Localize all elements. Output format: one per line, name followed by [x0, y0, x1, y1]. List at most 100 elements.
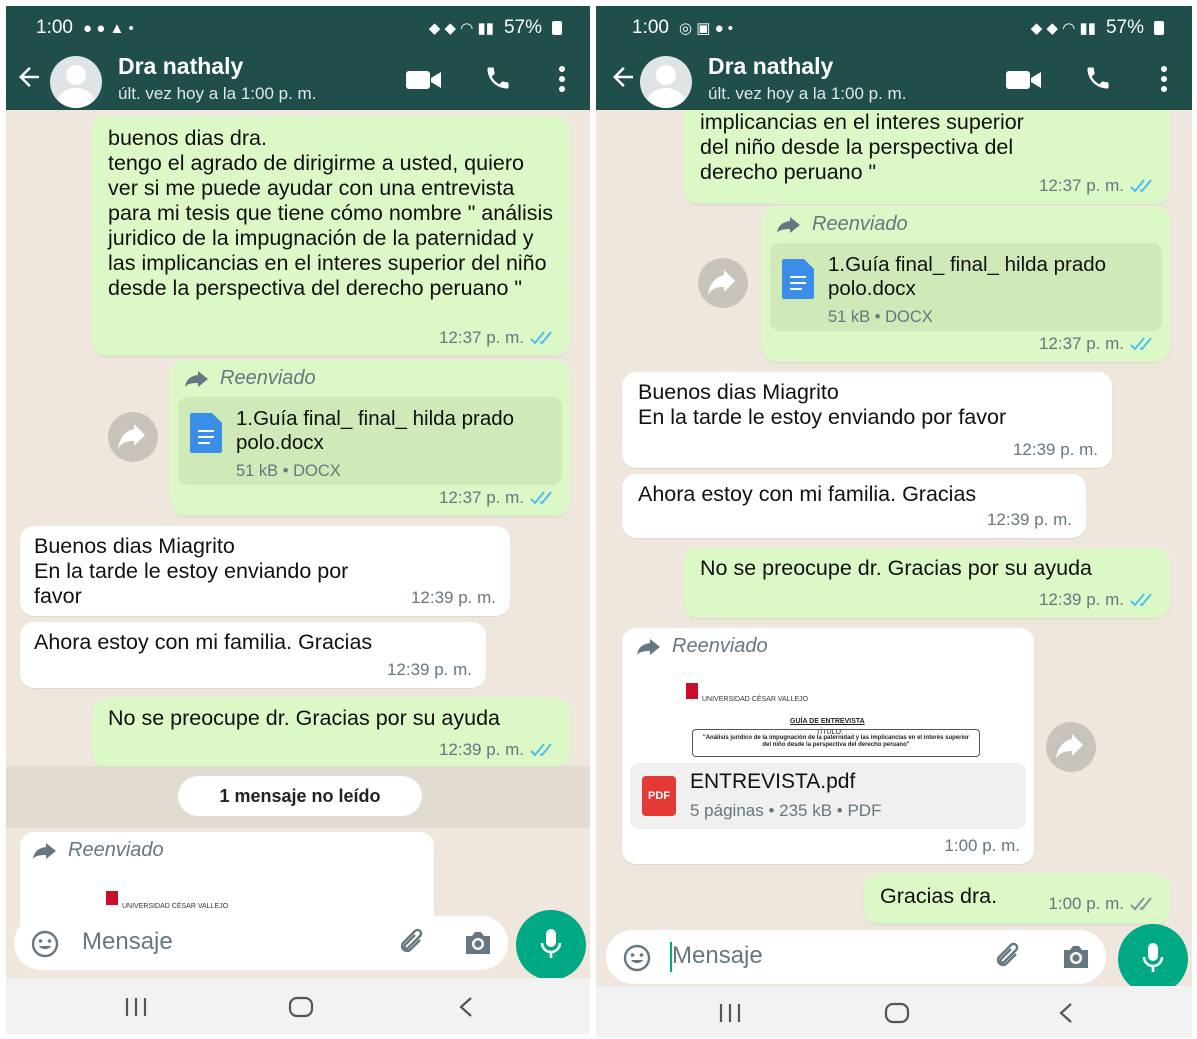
document-attachment[interactable]: 1.Guía final_ final_ hilda prado polo.do… [770, 243, 1162, 331]
document-icon [782, 259, 814, 299]
battery-level: 57% [503, 17, 542, 38]
message-meta: 1:00 p. m. [944, 833, 1020, 858]
message-bubble-incoming[interactable]: Buenos dias Miagrito En la tarde le esto… [20, 526, 510, 616]
emoji-icon[interactable] [622, 943, 652, 973]
message-bubble-outgoing[interactable]: implicancias en el interes superior del … [684, 110, 1170, 204]
last-seen-status: últ. vez hoy a la 1:00 p. m. [118, 84, 317, 103]
message-bubble-incoming[interactable]: Ahora estoy con mi familia. Gracias 12:3… [622, 474, 1086, 538]
avatar[interactable] [50, 56, 102, 108]
message-text: buenos dias dra. tengo el agrado de diri… [108, 126, 554, 300]
forwarded-text: Reenviado [220, 367, 316, 389]
phone-screen-right: 1:00 ◎ ▣ ● • ◆ ◆ ◠ ▮▮ 57% Dra nathaly úl… [596, 6, 1192, 1038]
recent-apps-icon[interactable] [718, 1002, 742, 1024]
home-icon[interactable] [884, 1002, 910, 1024]
message-input-placeholder[interactable]: Mensaje [672, 942, 763, 970]
message-meta: 1:00 p. m. [1048, 891, 1156, 916]
message-meta: 12:39 p. m. [439, 737, 556, 762]
video-call-icon[interactable] [1006, 68, 1042, 92]
more-options-icon[interactable] [1156, 64, 1172, 94]
recent-apps-icon[interactable] [124, 996, 148, 1018]
message-bubble-forwarded-document[interactable]: Reenviado 1.Guía final_ final_ hilda pra… [170, 360, 570, 516]
message-time: 12:37 p. m. [438, 328, 524, 347]
message-bubble-forwarded-document[interactable]: Reenviado 1.Guía final_ final_ hilda pra… [762, 206, 1170, 362]
message-bubble-outgoing[interactable]: buenos dias dra. tengo el agrado de diri… [92, 116, 570, 356]
message-time: 1:00 p. m. [1048, 894, 1124, 913]
message-meta: 12:37 p. m. [439, 325, 556, 350]
system-nav-bar [596, 986, 1192, 1038]
video-call-icon[interactable] [406, 68, 442, 92]
battery-icon [552, 21, 562, 35]
back-arrow-icon[interactable] [608, 62, 638, 92]
message-text: Ahora estoy con mi familia. Gracias [638, 482, 977, 506]
pdf-preview[interactable]: Universidad César Vallejo GUÍA DE ENTREV… [630, 665, 1026, 763]
forwarded-text: Reenviado [68, 839, 164, 861]
message-input-box[interactable]: Mensaje [606, 930, 1106, 984]
message-meta: 12:37 p. m. [1039, 331, 1156, 356]
battery-icon [1154, 21, 1164, 35]
message-meta: 12:37 p. m. [1039, 173, 1156, 198]
message-time: 12:39 p. m. [1012, 440, 1098, 459]
forward-icon [185, 370, 208, 387]
double-tick-icon [530, 742, 552, 756]
phone-call-icon[interactable] [1084, 64, 1112, 92]
document-info: 51 kB • DOCX [236, 462, 341, 480]
battery-level: 57% [1105, 17, 1144, 38]
message-time: 12:39 p. m. [438, 740, 524, 759]
mic-button[interactable] [516, 910, 586, 980]
double-tick-icon [1130, 592, 1152, 606]
attach-icon[interactable] [992, 940, 1026, 974]
forward-button[interactable] [1046, 722, 1096, 772]
document-name: 1.Guía final_ final_ hilda prado polo.do… [236, 407, 515, 454]
message-input-placeholder[interactable]: Mensaje [82, 928, 173, 956]
pdf-name: ENTREVISTA.pdf [690, 770, 856, 793]
document-attachment[interactable]: 1.Guía final_ final_ hilda prado polo.do… [178, 397, 562, 485]
document-icon [190, 413, 222, 453]
message-bubble-incoming[interactable]: Buenos dias Miagrito En la tarde le esto… [622, 372, 1112, 468]
chat-header: Dra nathaly últ. vez hoy a la 1:00 p. m. [596, 50, 1192, 110]
message-bubble-outgoing[interactable]: Gracias dra. 1:00 p. m. [864, 874, 1170, 924]
home-icon[interactable] [288, 996, 314, 1018]
message-bubble-outgoing[interactable]: No se preocupe dr. Gracias por su ayuda … [92, 698, 570, 768]
message-time: 12:39 p. m. [1038, 590, 1124, 609]
forwarded-label: Reenviado [770, 212, 1162, 237]
forward-button[interactable] [698, 258, 748, 308]
message-text: No se preocupe dr. Gracias por su ayuda [108, 706, 500, 730]
message-time: 12:39 p. m. [410, 588, 496, 607]
message-bubble-forwarded-pdf[interactable]: Reenviado Universidad César Vallejo GUÍA… [622, 628, 1034, 864]
message-time: 12:37 p. m. [1038, 334, 1124, 353]
avatar[interactable] [640, 56, 692, 108]
back-arrow-icon[interactable] [14, 62, 44, 92]
double-tick-icon [1130, 178, 1152, 192]
double-tick-icon [530, 490, 552, 504]
pdf-info: 5 páginas • 235 kB • PDF [690, 801, 882, 820]
double-tick-icon [1130, 336, 1152, 350]
back-nav-icon[interactable] [458, 996, 474, 1018]
pdf-attachment[interactable]: PDF ENTREVISTA.pdf 5 páginas • 235 kB • … [630, 763, 1026, 829]
contact-name[interactable]: Dra nathaly [708, 53, 833, 80]
emoji-icon[interactable] [30, 929, 60, 959]
status-bar: 1:00 ◎ ▣ ● • ◆ ◆ ◠ ▮▮ 57% [596, 6, 1192, 50]
forwarded-text: Reenviado [812, 213, 908, 235]
forwarded-label: Reenviado [178, 366, 562, 391]
forwarded-text: Reenviado [672, 635, 768, 657]
chat-area: implicancias en el interes superior del … [596, 110, 1192, 1038]
camera-icon[interactable] [1060, 943, 1092, 971]
forward-icon [33, 842, 56, 859]
message-meta: 12:39 p. m. [1013, 437, 1098, 462]
phone-call-icon[interactable] [484, 64, 512, 92]
back-nav-icon[interactable] [1058, 1002, 1074, 1024]
system-icons: ◆ ◆ ◠ ▮▮ [428, 20, 494, 37]
mic-button[interactable] [1118, 924, 1188, 994]
contact-name[interactable]: Dra nathaly [118, 53, 243, 80]
forward-button[interactable] [108, 412, 158, 462]
message-bubble-outgoing[interactable]: No se preocupe dr. Gracias por su ayuda … [684, 548, 1170, 618]
camera-icon[interactable] [462, 929, 494, 957]
more-options-icon[interactable] [554, 64, 570, 94]
system-icons: ◆ ◆ ◠ ▮▮ [1030, 20, 1096, 37]
attach-icon[interactable] [396, 926, 430, 960]
message-input-bar: Mensaje [6, 910, 590, 982]
message-bubble-incoming[interactable]: Ahora estoy con mi familia. Gracias 12:3… [20, 622, 486, 688]
message-input-box[interactable]: Mensaje [14, 916, 508, 970]
forward-icon [118, 424, 145, 449]
message-meta: 12:37 p. m. [439, 485, 556, 510]
